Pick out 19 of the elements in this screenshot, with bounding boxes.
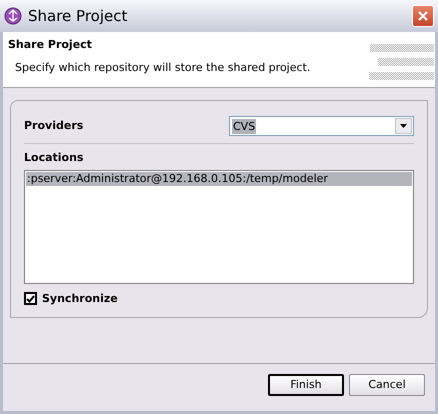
- app-icon: [4, 7, 22, 25]
- synchronize-label: Synchronize: [42, 290, 118, 306]
- synchronize-checkbox[interactable]: [24, 292, 37, 306]
- dialog-button[interactable]: Cancel: [349, 374, 425, 396]
- window-title: Share Project: [28, 6, 128, 27]
- dropdown-arrow-button[interactable]: [395, 118, 412, 134]
- providers-label: Providers: [24, 118, 84, 134]
- close-button[interactable]: [412, 5, 434, 27]
- close-icon: [417, 10, 429, 22]
- check-icon: [26, 294, 35, 303]
- locations-label: Locations: [24, 150, 84, 166]
- location-item[interactable]: :pserver:Administrator@192.168.0.105:/temp/modeler: [26, 172, 412, 186]
- providers-dropdown[interactable]: CVS: [229, 116, 414, 136]
- page-description: Specify which repository will store the shared project.: [14, 60, 312, 76]
- banner-drawing: [369, 44, 434, 80]
- caret-icon: [400, 124, 407, 128]
- dialog-button[interactable]: Finish: [268, 374, 344, 396]
- dropdown-value: CVS: [232, 118, 256, 134]
- page-title: Share Project: [8, 37, 93, 53]
